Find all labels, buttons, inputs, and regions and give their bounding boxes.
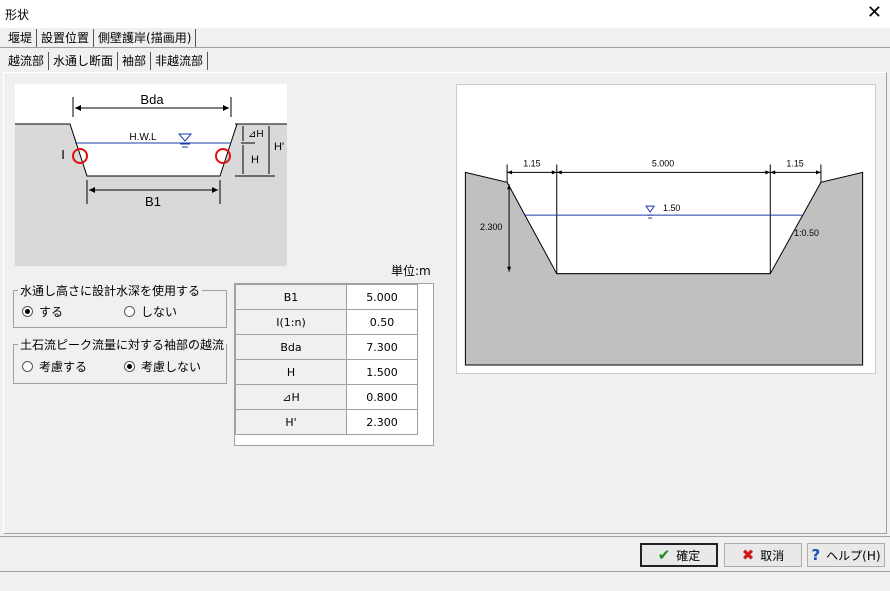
- row-label: H': [235, 409, 347, 435]
- radio-on-icon: [124, 361, 135, 372]
- hwl-label: H.W.L: [129, 132, 157, 143]
- value-cell[interactable]: 0.50: [346, 309, 418, 335]
- water-level-label: 1.50: [663, 203, 680, 213]
- value-cell[interactable]: 1.500: [346, 359, 418, 385]
- b1-label: B1: [145, 194, 161, 209]
- help-button[interactable]: ? ヘルプ(H): [807, 543, 885, 567]
- close-icon[interactable]: ✕: [867, 3, 882, 23]
- tab-dam[interactable]: 堰堤: [4, 29, 38, 47]
- wing-overflow-yes-label: 考慮する: [39, 360, 88, 374]
- design-depth-yes-radio[interactable]: する: [22, 303, 63, 320]
- value-cell[interactable]: 2.300: [346, 409, 418, 435]
- row-label: I(1:n): [235, 309, 347, 335]
- row-label: Bda: [235, 334, 347, 360]
- footer-divider: [0, 536, 890, 537]
- wing-overflow-legend: 土石流ピーク流量に対する袖部の越流: [20, 338, 225, 352]
- slope-label: I: [61, 147, 65, 162]
- design-depth-no-label: しない: [141, 305, 178, 319]
- cancel-button[interactable]: ✖ 取消: [724, 543, 802, 567]
- value-cell[interactable]: 7.300: [346, 334, 418, 360]
- table-row: B1 5.000: [235, 284, 418, 310]
- tab-overflow[interactable]: 越流部: [4, 52, 50, 70]
- table-row: ⊿H 0.800: [235, 384, 418, 410]
- sub-tabs: 越流部 水通し断面 袖部 非越流部: [4, 52, 209, 70]
- main-tabs: 堰堤 設置位置 側壁護岸(描画用): [4, 29, 197, 47]
- tab-side-wall[interactable]: 側壁護岸(描画用): [94, 29, 197, 47]
- design-depth-no-radio[interactable]: しない: [124, 303, 177, 320]
- radio-off-icon: [22, 361, 33, 372]
- bda-label: Bda: [140, 92, 164, 107]
- slope-ratio-label: 1:0.50: [794, 228, 819, 238]
- cancel-label: 取消: [760, 548, 785, 563]
- ok-button[interactable]: ✔ 確定: [640, 543, 718, 567]
- dim-center-label: 5.000: [652, 158, 674, 168]
- wing-overflow-no-label: 考慮しない: [141, 360, 202, 374]
- section-preview: 1.15 5.000 1.15 2.300 1.50 1:0.50: [456, 84, 876, 374]
- checkmark-icon: ✔: [657, 546, 671, 564]
- table-row: H' 2.300: [235, 409, 418, 435]
- tab-wing[interactable]: 袖部: [118, 52, 152, 70]
- tab-water-section[interactable]: 水通し断面: [49, 52, 119, 70]
- height-label: 2.300: [480, 222, 502, 232]
- tab-non-overflow[interactable]: 非越流部: [151, 52, 209, 70]
- status-bar: [0, 571, 890, 591]
- wing-overflow-no-radio[interactable]: 考慮しない: [124, 358, 201, 375]
- help-label: ヘルプ(H): [826, 548, 881, 563]
- dimension-table: B1 5.000 I(1:n) 0.50 Bda 7.300 H 1.500 ⊿H 0.8…: [234, 283, 434, 446]
- table-row: I(1:n) 0.50: [235, 309, 418, 335]
- help-icon: ?: [811, 546, 821, 564]
- unit-label: 単位:m: [391, 264, 431, 278]
- radio-off-icon: [124, 306, 135, 317]
- table-row: H 1.500: [235, 359, 418, 385]
- dh-label: ⊿H: [248, 129, 264, 140]
- row-label: H: [235, 359, 347, 385]
- row-label: ⊿H: [235, 384, 347, 410]
- hp-label: H': [274, 141, 284, 153]
- tab-divider: [0, 47, 890, 48]
- h-label: H: [251, 154, 259, 166]
- radio-on-icon: [22, 306, 33, 317]
- cross-icon: ✖: [741, 546, 755, 564]
- dim-right-label: 1.15: [786, 158, 803, 168]
- window-title: 形状: [5, 8, 30, 22]
- value-cell[interactable]: 5.000: [346, 284, 418, 310]
- value-cell[interactable]: 0.800: [346, 384, 418, 410]
- design-depth-yes-label: する: [39, 305, 64, 319]
- title-bar: 形状 ✕: [0, 0, 890, 28]
- row-label: B1: [235, 284, 347, 310]
- ok-label: 確定: [676, 548, 701, 563]
- design-depth-legend: 水通し高さに設計水深を使用する: [20, 284, 201, 298]
- table-row: Bda 7.300: [235, 334, 418, 360]
- section-diagram: Bda B1 H.W.L I ⊿H H H': [15, 84, 287, 266]
- wing-overflow-yes-radio[interactable]: 考慮する: [22, 358, 87, 375]
- tab-position[interactable]: 設置位置: [37, 29, 95, 47]
- dim-left-label: 1.15: [523, 158, 540, 168]
